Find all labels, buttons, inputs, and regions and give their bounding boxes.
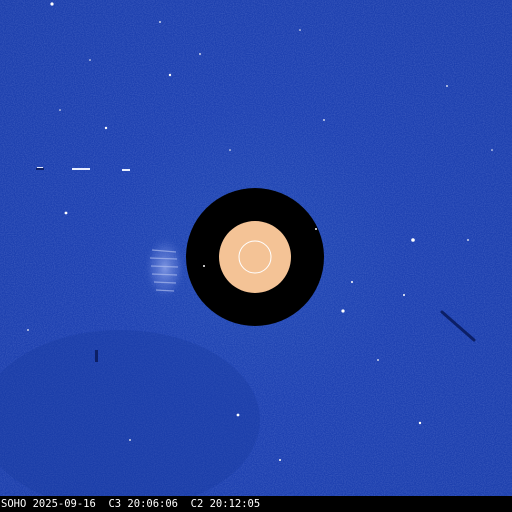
coronagraph-image: SOHO 2025-09-16 C3 20:06:06 C2 20:12:05 <box>0 0 512 512</box>
caption-bar: SOHO 2025-09-16 C3 20:06:06 C2 20:12:05 <box>0 496 512 512</box>
coronagraph-field <box>0 0 512 496</box>
coronagraph-svg <box>0 0 512 496</box>
cme-brightening <box>143 234 187 302</box>
caption-text: SOHO 2025-09-16 C3 20:06:06 C2 20:12:05 <box>1 498 261 510</box>
sun-disk <box>219 221 291 293</box>
occulter-star <box>203 265 205 267</box>
occulter-star <box>315 228 317 230</box>
